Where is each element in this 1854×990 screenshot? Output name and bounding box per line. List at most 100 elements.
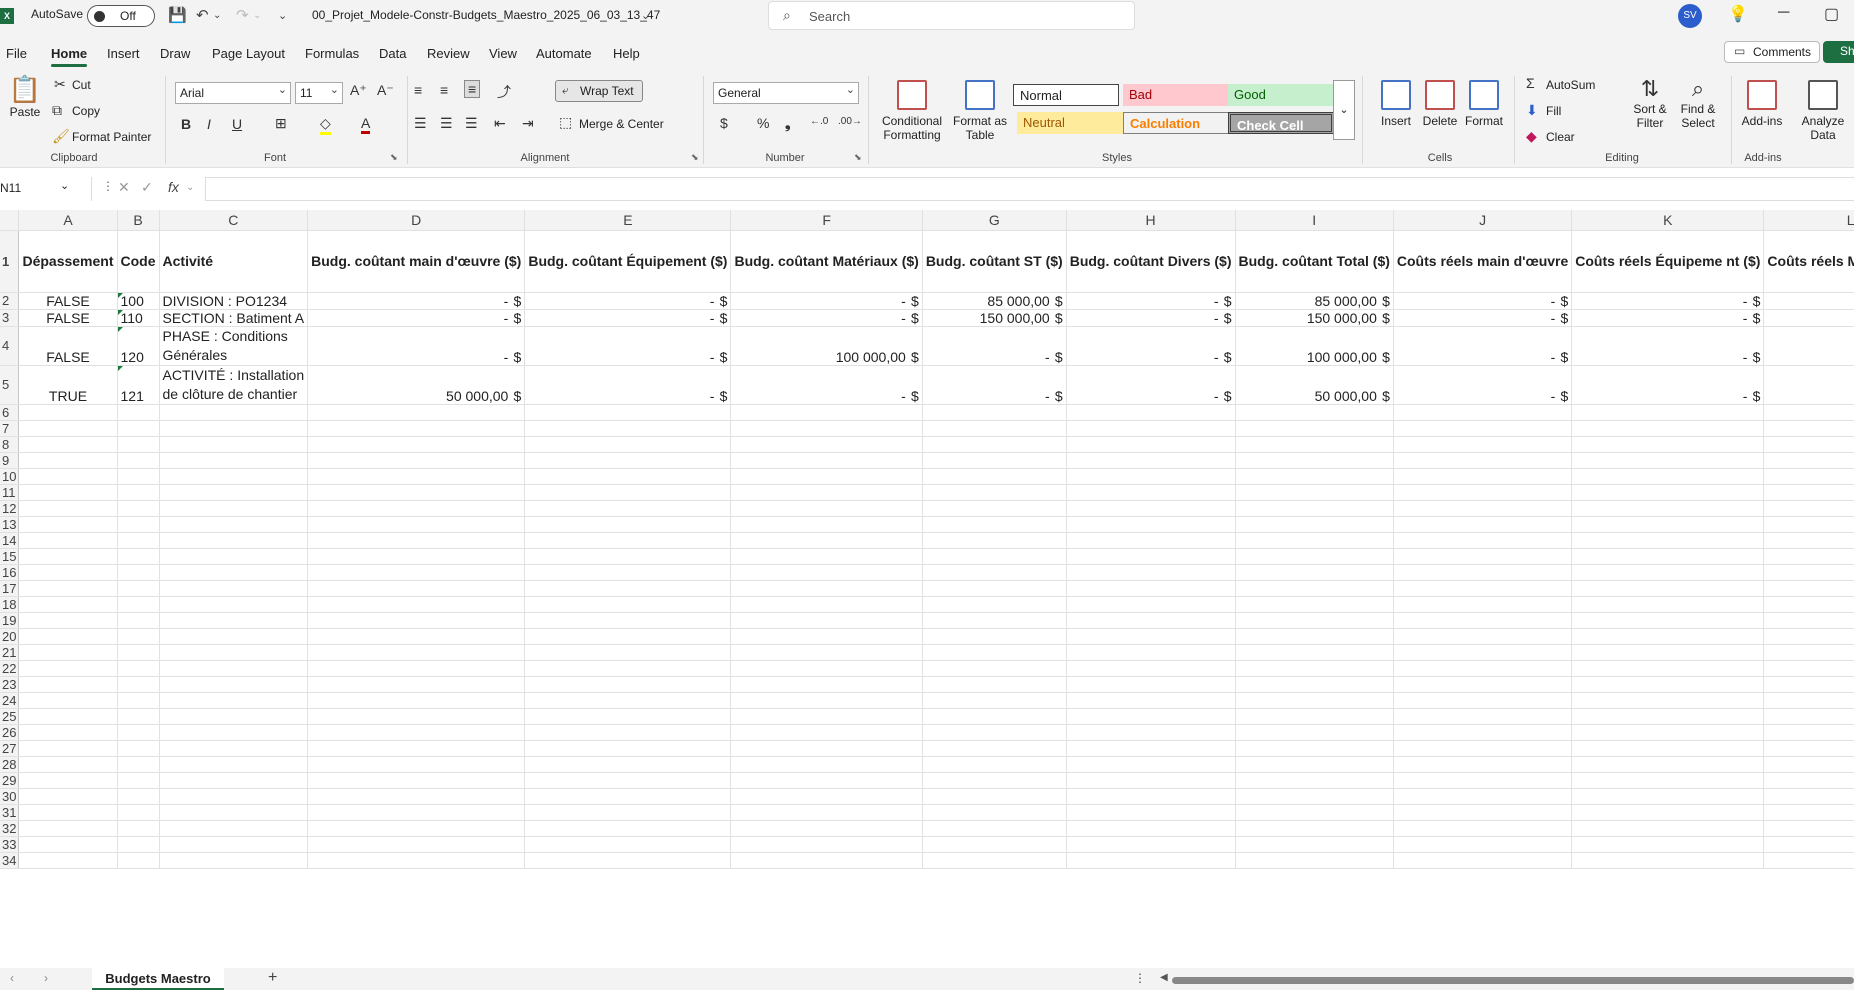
cell-j34[interactable]	[1393, 852, 1573, 869]
cell-d20[interactable]	[307, 628, 526, 645]
cell-b12[interactable]	[117, 500, 160, 517]
column-header-g[interactable]: G	[922, 210, 1067, 231]
cell-grid[interactable]: ABCDEFGHIJKLMNOPQRS1DépassementCodeActiv…	[0, 210, 1854, 869]
cell-d6[interactable]	[307, 404, 526, 421]
cell-g24[interactable]	[922, 692, 1067, 709]
cell-a11[interactable]	[18, 484, 118, 501]
cell-h8[interactable]	[1066, 436, 1236, 453]
cell-e20[interactable]	[524, 628, 732, 645]
cell-a8[interactable]	[18, 436, 118, 453]
file-name[interactable]: 00_Projet_Modele-Constr-Budgets_Maestro_…	[312, 8, 660, 22]
cell-e19[interactable]	[524, 612, 732, 629]
cell-k26[interactable]	[1571, 724, 1765, 741]
cell-i33[interactable]	[1235, 836, 1394, 853]
cell-h28[interactable]	[1066, 756, 1236, 773]
next-sheet-icon[interactable]: ›	[44, 971, 48, 985]
cell-b29[interactable]	[117, 772, 160, 789]
addins-button[interactable]: Add-ins	[1738, 80, 1786, 128]
cell-i20[interactable]	[1235, 628, 1394, 645]
font-launcher-icon[interactable]: ⬊	[390, 152, 398, 163]
style-good[interactable]: Good	[1228, 84, 1334, 106]
cell-j32[interactable]	[1393, 820, 1573, 837]
cell-c16[interactable]	[159, 564, 309, 581]
cell-d28[interactable]	[307, 756, 526, 773]
cell-h18[interactable]	[1066, 596, 1236, 613]
style-calculation[interactable]: Calculation	[1123, 112, 1229, 134]
merge-center-button[interactable]: Merge & Center	[579, 117, 664, 131]
cell-a30[interactable]	[18, 788, 118, 805]
fx-chevron-icon[interactable]: ⌄	[186, 182, 194, 193]
column-header-e[interactable]: E	[524, 210, 732, 231]
cell-h33[interactable]	[1066, 836, 1236, 853]
cell-g25[interactable]	[922, 708, 1067, 725]
cell-b32[interactable]	[117, 820, 160, 837]
cell-d19[interactable]	[307, 612, 526, 629]
cell-d1[interactable]: Budg. coûtant main d'œuvre ($)	[307, 230, 526, 293]
cell-k30[interactable]	[1571, 788, 1765, 805]
cell-h25[interactable]	[1066, 708, 1236, 725]
row-header[interactable]: 12	[0, 500, 20, 517]
cell-a14[interactable]	[18, 532, 118, 549]
font-size-select[interactable]: 11	[295, 82, 343, 104]
cell-f13[interactable]	[730, 516, 923, 533]
cell-b34[interactable]	[117, 852, 160, 869]
cell-f16[interactable]	[730, 564, 923, 581]
cell-e14[interactable]	[524, 532, 732, 549]
cell-g7[interactable]	[922, 420, 1067, 437]
cell-l29[interactable]	[1763, 772, 1854, 789]
cell-c3[interactable]: SECTION : Batiment A	[159, 309, 309, 327]
cell-g26[interactable]	[922, 724, 1067, 741]
cell-l28[interactable]	[1763, 756, 1854, 773]
cell-k32[interactable]	[1571, 820, 1765, 837]
cell-e21[interactable]	[524, 644, 732, 661]
cell-j27[interactable]	[1393, 740, 1573, 757]
cell-f23[interactable]	[730, 676, 923, 693]
cell-l13[interactable]	[1763, 516, 1854, 533]
cell-l10[interactable]	[1763, 468, 1854, 485]
cell-c9[interactable]	[159, 452, 309, 469]
cell-e31[interactable]	[524, 804, 732, 821]
row-header[interactable]: 25	[0, 708, 20, 725]
cell-e9[interactable]	[524, 452, 732, 469]
row-header[interactable]: 9	[0, 452, 20, 469]
decrease-decimal-icon[interactable]: .00→	[838, 116, 862, 127]
cell-b33[interactable]	[117, 836, 160, 853]
cell-l21[interactable]	[1763, 644, 1854, 661]
cell-h14[interactable]	[1066, 532, 1236, 549]
cell-g17[interactable]	[922, 580, 1067, 597]
cell-c34[interactable]	[159, 852, 309, 869]
cell-a22[interactable]	[18, 660, 118, 677]
redo-icon[interactable]: ↷	[236, 6, 249, 24]
cell-f21[interactable]	[730, 644, 923, 661]
cell-a28[interactable]	[18, 756, 118, 773]
scissors-icon[interactable]: ✂	[54, 76, 66, 93]
enter-icon[interactable]: ✓	[141, 179, 153, 196]
cell-j33[interactable]	[1393, 836, 1573, 853]
column-header-f[interactable]: F	[730, 210, 923, 231]
cell-c18[interactable]	[159, 596, 309, 613]
increase-decimal-icon[interactable]: ←.0	[810, 116, 828, 127]
row-header[interactable]: 8	[0, 436, 20, 453]
cell-g4[interactable]: - $	[922, 326, 1067, 366]
row-header[interactable]: 15	[0, 548, 20, 565]
cell-i12[interactable]	[1235, 500, 1394, 517]
row-header[interactable]: 27	[0, 740, 20, 757]
cell-d14[interactable]	[307, 532, 526, 549]
cell-b31[interactable]	[117, 804, 160, 821]
cell-c32[interactable]	[159, 820, 309, 837]
italic-icon[interactable]: I	[207, 116, 211, 132]
analyze-data-button[interactable]: Analyze Data	[1795, 80, 1851, 142]
cell-a3[interactable]: FALSE	[18, 309, 118, 327]
align-bottom-icon[interactable]: ≡	[464, 80, 481, 98]
cell-c11[interactable]	[159, 484, 309, 501]
cell-f4[interactable]: 100 000,00 $	[730, 326, 923, 366]
decrease-indent-icon[interactable]: ⇤	[494, 115, 506, 132]
cell-h24[interactable]	[1066, 692, 1236, 709]
formula-input[interactable]	[205, 177, 1854, 201]
tab-help[interactable]: Help	[613, 46, 640, 61]
cell-i18[interactable]	[1235, 596, 1394, 613]
cell-k7[interactable]	[1571, 420, 1765, 437]
cell-e28[interactable]	[524, 756, 732, 773]
font-color-icon[interactable]: A	[361, 115, 371, 134]
cell-f6[interactable]	[730, 404, 923, 421]
